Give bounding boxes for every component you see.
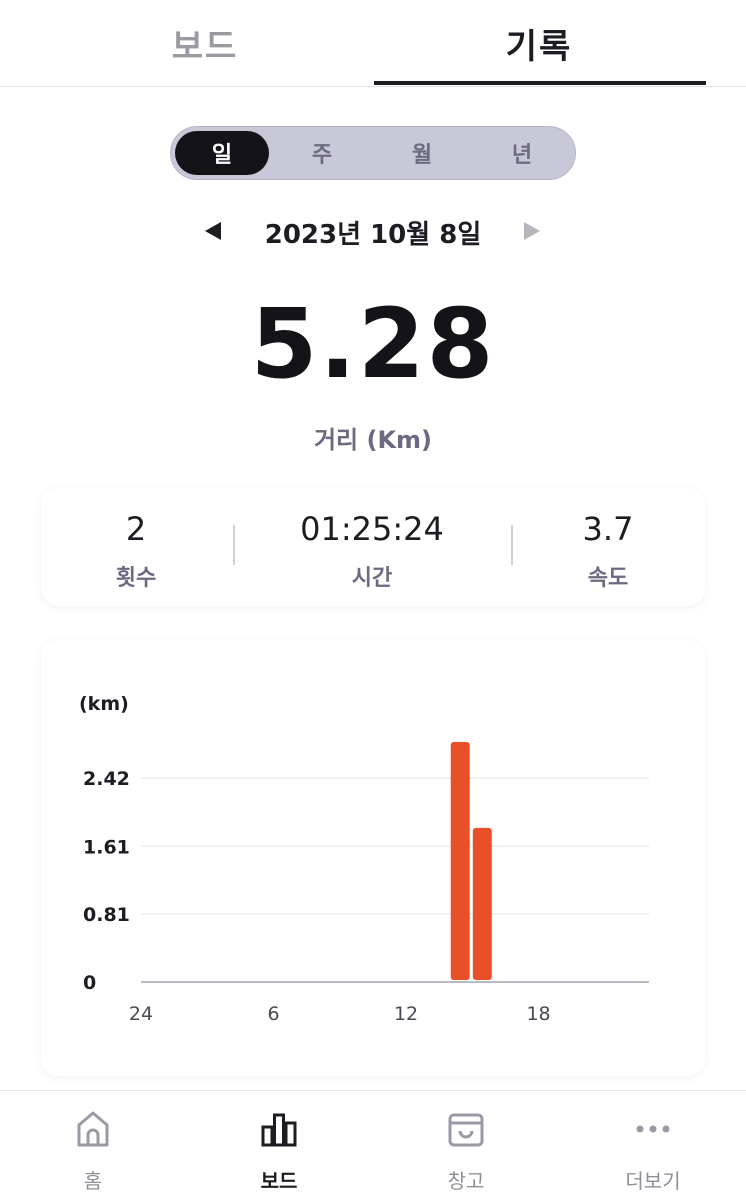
stat-count-value: 2	[125, 510, 147, 548]
nav-home-label: 홈	[83, 1169, 103, 1193]
y-tick-label: 0.81	[83, 904, 130, 926]
bar-chart-icon	[261, 1113, 297, 1147]
hourly-distance-chart: (km) 0 0.81 1.61 2.42 24 6 12 18	[79, 693, 649, 1025]
nav-more-label: 더보기	[625, 1169, 681, 1193]
top-tab-bar: 보드 기록	[0, 0, 746, 87]
next-date-arrow-icon[interactable]	[524, 222, 540, 240]
current-date: 2023년 10월 8일	[264, 220, 482, 250]
nav-home[interactable]: 홈	[0, 1091, 186, 1201]
active-tab-underline	[374, 81, 706, 85]
y-axis-label: (km)	[79, 693, 129, 715]
y-tick-label: 0	[83, 972, 96, 994]
x-tick-label: 24	[129, 1003, 153, 1025]
stat-count: 2 횟수	[41, 488, 231, 606]
bottom-navigation: 홈 보드 창고 더보기	[0, 1090, 746, 1201]
y-tick-label: 1.61	[83, 836, 130, 858]
segment-year[interactable]: 년	[475, 131, 569, 175]
segment-month[interactable]: 월	[375, 131, 469, 175]
date-navigator: 2023년 10월 8일	[0, 210, 746, 256]
tab-record[interactable]: 기록	[374, 0, 704, 86]
nav-board-label: 보드	[260, 1169, 298, 1193]
hourly-distance-chart-card: (km) 0 0.81 1.61 2.42 24 6 12 18	[41, 640, 705, 1076]
segment-week[interactable]: 주	[275, 131, 369, 175]
segment-day[interactable]: 일	[175, 131, 269, 175]
stats-card: 2 횟수 01:25:24 시간 3.7 속도	[41, 488, 705, 606]
nav-storage-label: 창고	[447, 1169, 485, 1193]
stat-time: 01:25:24 시간	[277, 488, 467, 606]
stat-count-label: 횟수	[115, 566, 157, 591]
x-tick-label: 12	[394, 1003, 418, 1025]
x-tick-label: 18	[526, 1003, 550, 1025]
x-tick-label: 6	[267, 1003, 279, 1025]
distance-label: 거리 (Km)	[313, 426, 433, 454]
stat-speed-value: 3.7	[582, 510, 634, 548]
tab-board[interactable]: 보드	[40, 0, 370, 86]
nav-storage[interactable]: 창고	[373, 1091, 559, 1201]
stat-speed-label: 속도	[587, 566, 629, 591]
stat-divider	[233, 525, 235, 565]
stat-time-value: 01:25:24	[300, 510, 444, 548]
more-dots-icon	[636, 1125, 670, 1133]
chart-bar	[450, 742, 470, 980]
total-distance-value: 5.28	[250, 288, 496, 400]
home-icon	[77, 1111, 109, 1147]
period-segmented-control: 일 주 월 년	[170, 126, 576, 180]
stat-time-label: 시간	[351, 566, 393, 591]
storage-box-icon	[448, 1113, 484, 1147]
y-tick-label: 2.42	[83, 768, 130, 790]
previous-date-arrow-icon[interactable]	[205, 222, 221, 240]
stat-speed: 3.7 속도	[513, 488, 703, 606]
nav-more[interactable]: 더보기	[560, 1091, 746, 1201]
chart-bar	[472, 827, 492, 980]
nav-board[interactable]: 보드	[186, 1091, 372, 1201]
